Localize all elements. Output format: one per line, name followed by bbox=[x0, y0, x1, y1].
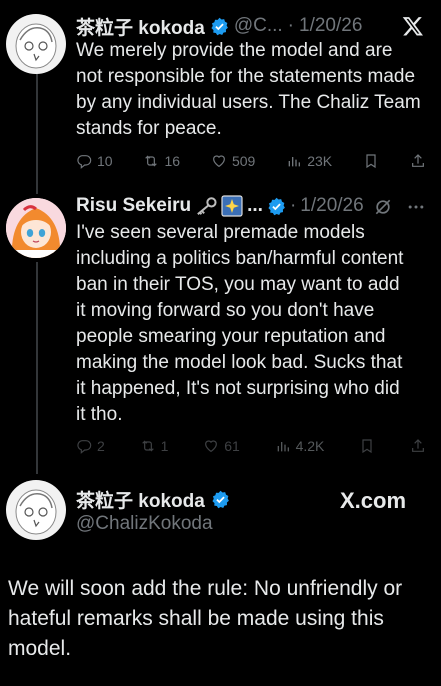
author-name[interactable]: 茶粒子 kokoda bbox=[76, 13, 205, 40]
name-ellipsis: ... bbox=[247, 195, 263, 216]
tweet-date[interactable]: 1/20/26 bbox=[300, 195, 363, 217]
tweet1-actions: 10 16 509 23K bbox=[76, 151, 426, 171]
verified-badge-icon bbox=[212, 490, 229, 508]
views-icon bbox=[277, 442, 289, 452]
thread-line-1 bbox=[36, 72, 38, 194]
verified-badge-icon bbox=[211, 17, 228, 35]
grok-icon[interactable] bbox=[373, 197, 393, 217]
tweet2-header: Risu Sekeiru ... · 1/20/26 bbox=[76, 194, 364, 218]
verified-badge-icon bbox=[268, 197, 285, 215]
author-name[interactable]: Risu Sekeiru bbox=[76, 195, 191, 217]
avatar[interactable] bbox=[6, 480, 66, 540]
like-button[interactable]: 61 bbox=[203, 438, 240, 454]
reply-count: 2 bbox=[97, 438, 105, 454]
reply-icon bbox=[77, 155, 92, 169]
repost-icon bbox=[141, 440, 154, 452]
author-name[interactable]: 茶粒子 kokoda bbox=[76, 486, 205, 513]
avatar-drawing bbox=[15, 489, 57, 535]
heart-icon bbox=[205, 440, 218, 453]
tweet1-header: 茶粒子 kokoda @C... · 1/20/26 bbox=[76, 13, 362, 40]
repost-button[interactable]: 1 bbox=[140, 438, 169, 454]
views-icon bbox=[288, 157, 301, 167]
views-button[interactable]: 23K bbox=[286, 153, 332, 169]
share-button[interactable] bbox=[410, 153, 426, 169]
like-count: 509 bbox=[231, 153, 256, 169]
reply-count: 10 bbox=[97, 153, 113, 169]
share-button[interactable] bbox=[410, 438, 426, 454]
bookmark-button[interactable] bbox=[363, 153, 379, 169]
sparkle-picture-emoji-icon bbox=[221, 195, 243, 217]
repost-count: 1 bbox=[160, 438, 169, 454]
views-button[interactable]: 4.2K bbox=[275, 438, 325, 454]
separator-dot: · bbox=[289, 195, 297, 216]
bookmark-icon bbox=[366, 154, 376, 169]
avatar[interactable] bbox=[6, 198, 66, 258]
reply-button[interactable]: 10 bbox=[76, 153, 113, 169]
share-icon bbox=[412, 154, 424, 167]
tweet2-text: I've seen several premade models includi… bbox=[76, 222, 404, 425]
avatar[interactable] bbox=[6, 14, 66, 74]
x-logo-icon[interactable] bbox=[402, 15, 424, 37]
views-count: 23K bbox=[307, 153, 333, 169]
key-emoji-icon bbox=[197, 197, 217, 215]
repost-count: 16 bbox=[164, 153, 181, 169]
bookmark-icon bbox=[362, 439, 372, 454]
repost-button[interactable]: 16 bbox=[143, 153, 180, 169]
tweet2-actions: 2 1 61 4.2K bbox=[76, 436, 426, 456]
separator-dot: · bbox=[287, 15, 294, 36]
reply-icon bbox=[77, 440, 92, 454]
repost-icon bbox=[145, 155, 158, 167]
bookmark-button[interactable] bbox=[359, 438, 375, 454]
thread-line-2 bbox=[36, 262, 38, 474]
author-handle[interactable]: @C... bbox=[234, 15, 283, 37]
brand-watermark: X.com bbox=[340, 488, 407, 513]
heart-icon bbox=[213, 155, 225, 168]
share-icon bbox=[412, 439, 424, 452]
tweet1-text: We merely provide the model and are not … bbox=[76, 40, 421, 139]
avatar-anime-girl bbox=[6, 198, 66, 258]
like-count: 61 bbox=[224, 438, 240, 454]
reply-button[interactable]: 2 bbox=[76, 438, 105, 454]
views-count: 4.2K bbox=[295, 438, 325, 454]
tweet3-text: We will soon add the rule: No unfriendly… bbox=[8, 577, 403, 660]
avatar-drawing bbox=[15, 23, 57, 69]
author-handle[interactable]: @ChalizKokoda bbox=[76, 513, 213, 535]
tweet-date[interactable]: 1/20/26 bbox=[299, 15, 362, 37]
tweet3-header: 茶粒子 kokoda bbox=[76, 486, 230, 513]
more-options-icon[interactable] bbox=[406, 197, 426, 217]
like-button[interactable]: 509 bbox=[211, 153, 255, 169]
